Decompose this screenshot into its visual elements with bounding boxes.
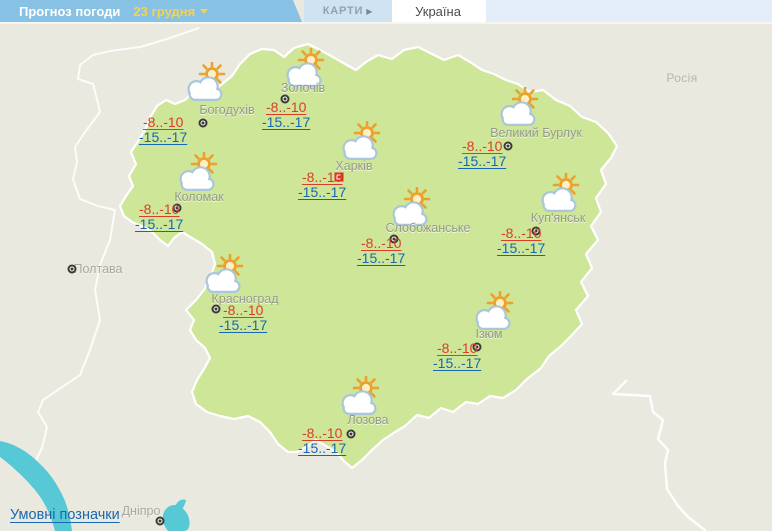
city-marker-icon [156,517,165,526]
night-temp-link[interactable]: -15..-17 [262,115,310,130]
stations-layer: Богодухів -8..-10 -15..-17 [0,0,772,531]
temperature-block: -8..-10 -15..-17 [135,202,183,231]
sun-behind-cloud-icon [183,62,229,102]
night-temp-link[interactable]: -15..-17 [298,441,346,456]
city-label[interactable]: Богодухів [199,103,254,117]
caret-down-icon [200,9,208,14]
temperature-block: -8..-10 -15..-17 [139,115,187,144]
night-temp-link[interactable]: -15..-17 [458,154,506,169]
night-temp-link[interactable]: -15..-17 [219,318,267,333]
page-title: Прогноз погоди [19,4,120,19]
night-temp-link[interactable]: -15..-17 [139,130,187,145]
city-marker-icon [199,119,208,128]
temperature-block: -8..-10 -15..-17 [497,226,545,255]
night-temp-link[interactable]: -15..-17 [497,241,545,256]
country-label: Росія [666,71,697,85]
city-label[interactable]: Великий Бурлук [490,126,582,140]
city-label[interactable]: Ізюм [475,327,502,341]
day-temp-link[interactable]: -8..-10 [298,170,346,185]
night-temp-link[interactable]: -15..-17 [135,217,183,232]
night-temp-link[interactable]: -15..-17 [298,185,346,200]
temperature-block: -8..-10 -15..-17 [433,341,481,370]
sun-behind-cloud-icon [338,121,384,161]
city-label[interactable]: Слобожанське [386,221,471,235]
day-temp-link[interactable]: -8..-10 [497,226,545,241]
maps-button-label: КАРТИ [323,5,363,17]
legend-link[interactable]: Умовні позначки [10,507,120,523]
city-label: Дніпро [122,504,161,518]
day-temp-link[interactable]: -8..-10 [135,202,183,217]
day-temp-link[interactable]: -8..-10 [298,426,346,441]
city-label[interactable]: Куп'янськ [531,211,586,225]
temperature-block: -8..-10 -15..-17 [298,426,346,455]
date-selector-label: 23 грудня [133,4,195,19]
header-bar: Прогноз погоди 23 грудня КАРТИ ▶ Україна [0,0,772,22]
header-spacer [484,0,772,22]
tab-ukraine-label: Україна [415,4,461,19]
caret-right-icon: ▶ [366,7,373,16]
sun-behind-cloud-icon [337,376,383,416]
temperature-block: -8..-10 -15..-17 [298,170,346,199]
header-left: Прогноз погоди 23 грудня [0,0,302,22]
city-label[interactable]: Лозова [347,413,388,427]
day-temp-link[interactable]: -8..-10 [139,115,187,130]
sun-behind-cloud-icon [537,173,583,213]
date-selector[interactable]: 23 грудня [133,4,208,19]
temperature-block: -8..-10 -15..-17 [357,236,405,265]
day-temp-link[interactable]: -8..-10 [433,341,481,356]
city-label: Полтава [74,262,123,276]
day-temp-link[interactable]: -8..-10 [219,303,267,318]
day-temp-link[interactable]: -8..-10 [458,139,506,154]
sun-behind-cloud-icon [496,87,542,127]
header-separator [0,22,772,24]
night-temp-link[interactable]: -15..-17 [433,356,481,371]
tab-ukraine[interactable]: Україна [392,0,484,22]
day-temp-link[interactable]: -8..-10 [357,236,405,251]
temperature-block: -8..-10 -15..-17 [458,139,506,168]
night-temp-link[interactable]: -15..-17 [357,251,405,266]
city-marker-icon [347,430,356,439]
city-label[interactable]: Золочів [281,81,325,95]
sun-behind-cloud-icon [175,152,221,192]
sun-behind-cloud-icon [471,291,517,331]
city-marker-icon [68,265,77,274]
weather-map-page: Богодухів -8..-10 -15..-17 [0,0,772,531]
sun-behind-cloud-icon [201,254,247,294]
temperature-block: -8..-10 -15..-17 [262,100,310,129]
maps-button[interactable]: КАРТИ ▶ [304,0,392,22]
temperature-block: -8..-10 -15..-17 [219,303,267,332]
day-temp-link[interactable]: -8..-10 [262,100,310,115]
